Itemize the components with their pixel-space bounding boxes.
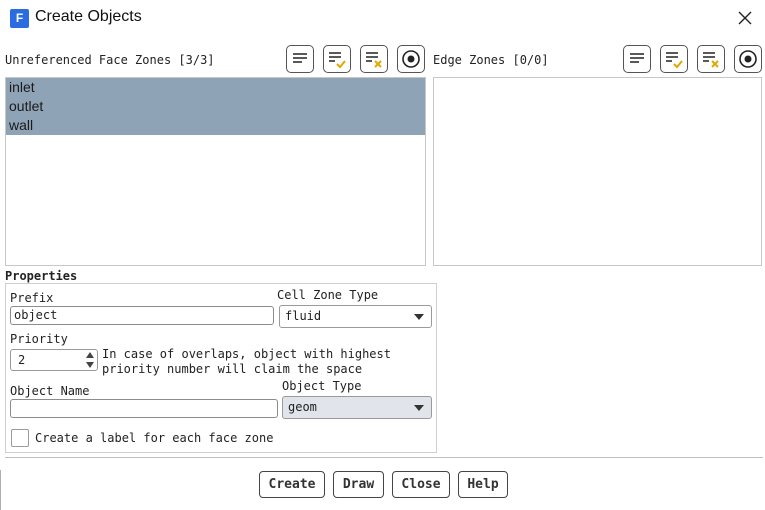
app-logo-icon: F <box>10 9 29 28</box>
priority-hint-line-1: In case of overlaps, object with highest <box>102 347 391 361</box>
window-title: Create Objects <box>35 8 142 25</box>
edge-zones-target-button[interactable] <box>734 45 762 73</box>
face-zones-list-button[interactable] <box>286 45 314 73</box>
priority-value: 2 <box>18 353 26 367</box>
face-zones-target-button[interactable] <box>397 45 425 73</box>
spin-down-icon[interactable] <box>86 362 94 368</box>
divider <box>5 457 763 458</box>
target-icon <box>739 50 757 68</box>
list-item[interactable]: inlet <box>6 78 425 97</box>
select-all-icon <box>666 52 683 69</box>
prefix-label: Prefix <box>10 291 54 305</box>
cell-zone-type-label: Cell Zone Type <box>277 288 379 302</box>
object-name-input[interactable] <box>10 399 278 418</box>
draw-button[interactable]: Draw <box>333 471 384 498</box>
prefix-input[interactable]: object <box>10 306 274 325</box>
priority-hint-line-2: priority number will claim the space <box>102 362 363 376</box>
list-icon <box>293 53 307 63</box>
close-button[interactable]: Close <box>392 471 450 498</box>
cell-zone-type-value: fluid <box>285 309 322 323</box>
list-item[interactable]: wall <box>6 116 425 135</box>
edge-zones-label: Edge Zones [0/0] <box>433 53 549 67</box>
target-icon <box>402 50 420 68</box>
chevron-down-icon <box>414 405 424 411</box>
edge-zones-select-all-button[interactable] <box>660 45 688 73</box>
face-zones-deselect-all-button[interactable] <box>360 45 388 73</box>
list-icon <box>630 53 644 63</box>
create-label-checkbox-text: Create a label for each face zone <box>35 431 274 445</box>
priority-label: Priority <box>10 332 68 346</box>
close-icon[interactable] <box>736 9 754 27</box>
face-zones-label: Unreferenced Face Zones [3/3] <box>5 53 215 67</box>
chevron-down-icon <box>414 314 424 320</box>
window-edge <box>0 470 1 510</box>
object-type-value: geom <box>288 400 317 414</box>
create-button[interactable]: Create <box>259 471 325 498</box>
select-all-icon <box>329 52 346 69</box>
priority-spinner[interactable]: 2 <box>10 349 98 371</box>
object-type-label: Object Type <box>282 379 362 393</box>
deselect-all-icon <box>366 52 382 68</box>
face-zones-list[interactable]: inlet outlet wall <box>5 77 426 266</box>
face-zones-select-all-button[interactable] <box>323 45 351 73</box>
help-button[interactable]: Help <box>458 471 508 498</box>
edge-zones-list-button[interactable] <box>623 45 651 73</box>
title-bar: F Create Objects <box>0 0 765 36</box>
object-type-select[interactable]: geom <box>282 396 432 419</box>
deselect-all-icon <box>703 52 719 68</box>
spin-up-icon[interactable] <box>86 352 94 358</box>
edge-zones-list[interactable] <box>433 77 762 266</box>
edge-zones-deselect-all-button[interactable] <box>697 45 725 73</box>
object-name-label: Object Name <box>10 384 90 398</box>
create-label-checkbox[interactable] <box>11 429 29 447</box>
cell-zone-type-select[interactable]: fluid <box>279 305 432 328</box>
list-item[interactable]: outlet <box>6 97 425 116</box>
properties-title: Properties <box>5 269 78 283</box>
